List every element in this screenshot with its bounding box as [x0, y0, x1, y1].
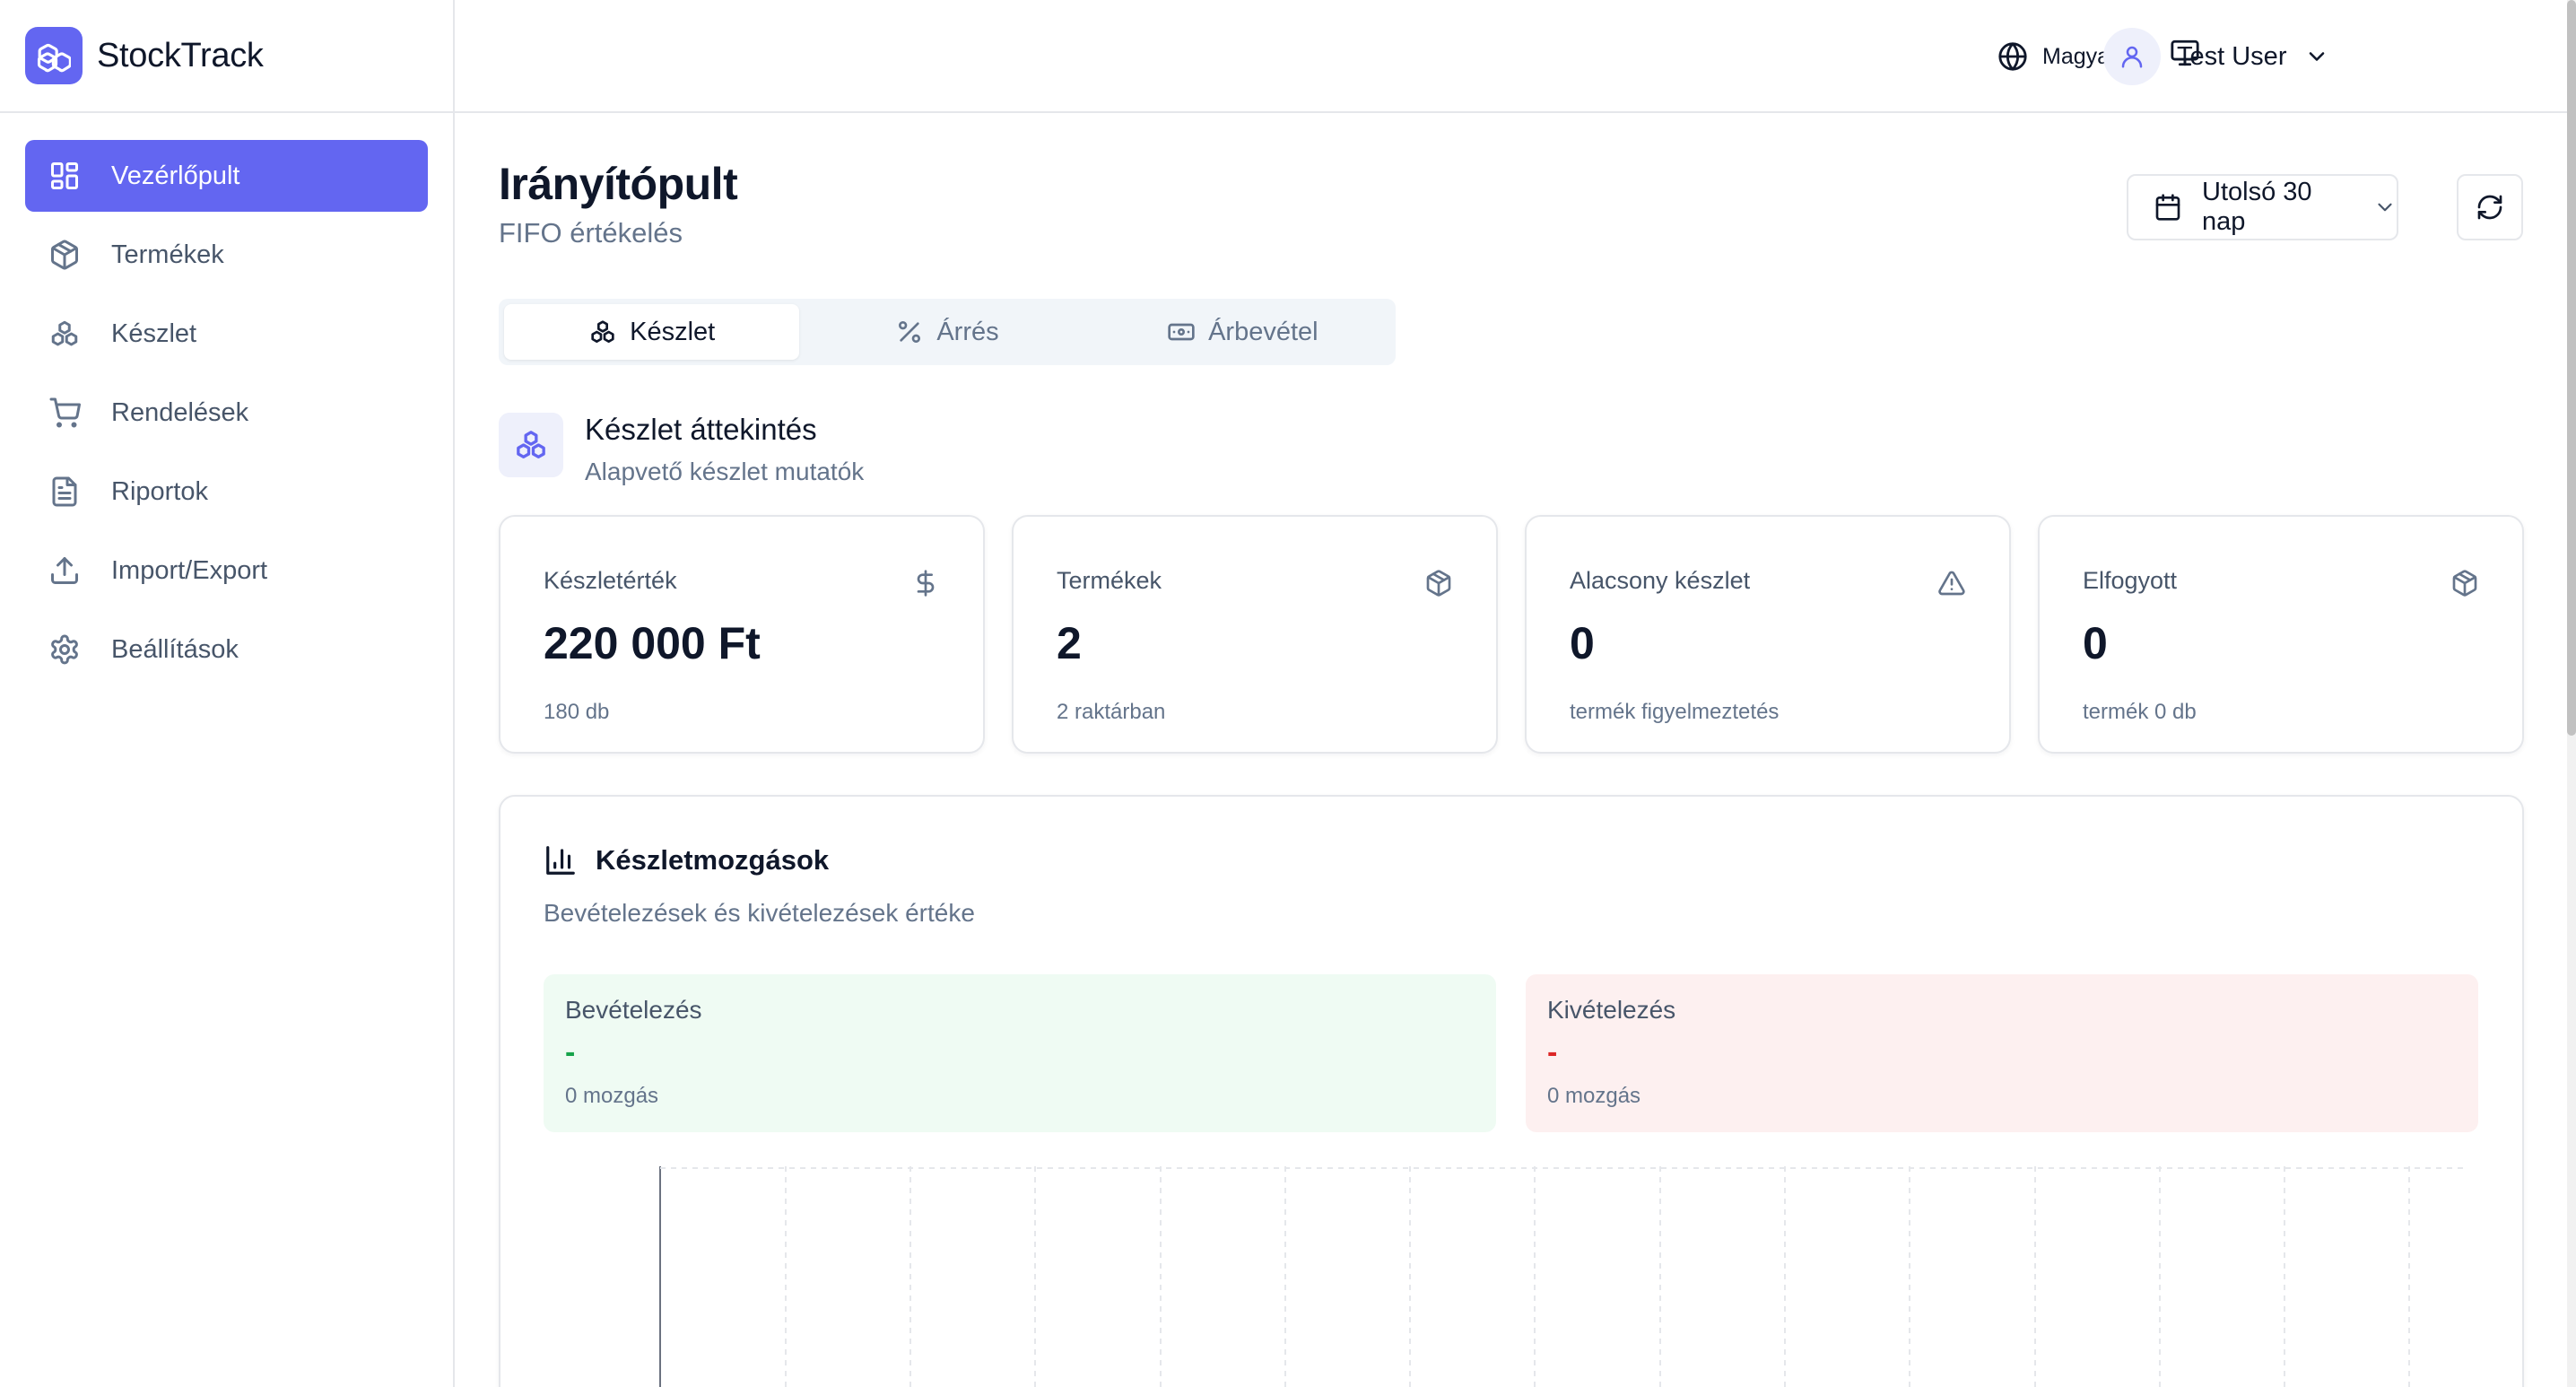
sidebar-item-settings[interactable]: Beállítások [25, 614, 428, 685]
sidebar-item-label: Riportok [111, 476, 208, 506]
section-header: Készlet áttekintés Alapvető készlet muta… [499, 413, 864, 486]
sidebar-item-label: Rendelések [111, 397, 249, 427]
sidebar-item-dashboard[interactable]: Vezérlőpult [25, 140, 428, 212]
tab-margin[interactable]: Árrés [799, 304, 1094, 360]
stat-label: Bevételezés [565, 996, 702, 1024]
file-text-icon [47, 474, 83, 510]
boxes-icon [47, 316, 83, 352]
chevron-down-icon [2373, 196, 2397, 219]
percent-icon [895, 318, 924, 346]
dashboard-icon [47, 158, 83, 194]
language-selector[interactable]: Magyar [1997, 36, 2117, 77]
tab-revenue[interactable]: Árbevétel [1095, 304, 1390, 360]
sidebar-item-label: Vezérlőpult [111, 161, 240, 190]
tab-label: Készlet [630, 317, 716, 346]
page-subtitle: FIFO értékelés [499, 217, 683, 249]
logo-row[interactable]: StockTrack [0, 0, 453, 113]
scrollbar-thumb[interactable] [2567, 0, 2576, 736]
sidebar-item-inventory[interactable]: Készlet [25, 298, 428, 370]
sidebar-item-products[interactable]: Termékek [25, 219, 428, 291]
page-scrollbar[interactable] [2567, 0, 2576, 1387]
card-subtext: termék 0 db [2083, 700, 2197, 724]
sidebar-nav: Vezérlőpult Termékek Készlet Rendelések … [0, 113, 453, 685]
dollar-icon [911, 569, 940, 598]
boxes-icon [499, 413, 563, 477]
stock-movements-card: Készletmozgások Bevételezések és kivétel… [499, 795, 2524, 1387]
date-range-label: Utolsó 30 nap [2202, 178, 2312, 236]
card-subtext: termék figyelmeztetés [1570, 700, 1780, 724]
kpi-card-low-stock: Alacsony készlet 0 termék figyelmeztetés [1525, 515, 2011, 754]
top-header: Magyar Test User [455, 0, 2567, 113]
logo-icon [25, 27, 83, 84]
stat-label: Kivételezés [1547, 996, 1676, 1024]
card-value: 0 [2083, 618, 2108, 668]
sidebar: StockTrack Vezérlőpult Termékek Készlet … [0, 0, 455, 1387]
movements-title: Készletmozgások [596, 844, 830, 876]
incoming-stat: Bevételezés - 0 mozgás [544, 974, 1496, 1132]
tab-label: Árbevétel [1208, 317, 1318, 346]
main-content: Irányítópult FIFO értékelés Utolsó 30 na… [455, 113, 2567, 1387]
sidebar-item-label: Készlet [111, 318, 197, 348]
tab-label: Árrés [936, 317, 999, 346]
card-label: Alacsony készlet [1570, 567, 1751, 594]
tab-inventory[interactable]: Készlet [504, 304, 800, 360]
sidebar-item-label: Beállítások [111, 634, 239, 664]
chart-grid [659, 1166, 2468, 1387]
card-label: Készletérték [544, 567, 677, 594]
section-subtitle: Alapvető készlet mutatók [585, 458, 865, 485]
avatar [2103, 28, 2161, 85]
gear-icon [47, 632, 83, 667]
user-menu[interactable]: Test User [2103, 27, 2329, 86]
outgoing-stat: Kivételezés - 0 mozgás [1526, 974, 2478, 1132]
calendar-icon [2154, 193, 2182, 222]
boxes-icon [588, 318, 617, 346]
kpi-cards: Készletérték 220 000 Ft 180 db Termékek … [499, 515, 2524, 754]
user-icon [2119, 43, 2145, 70]
dashboard-tabs: Készlet Árrés Árbevétel [499, 299, 1396, 365]
card-value: 2 [1057, 618, 1082, 668]
stat-subtext: 0 mozgás [1547, 1084, 1641, 1108]
sidebar-item-label: Import/Export [111, 555, 268, 585]
date-range-select[interactable]: Utolsó 30 nap [2127, 174, 2398, 240]
card-value: 0 [1570, 618, 1595, 668]
stat-value: - [1547, 1035, 1558, 1069]
card-value: 220 000 Ft [544, 618, 761, 668]
bar-chart-icon [544, 843, 578, 877]
user-name: Test User [2177, 41, 2287, 71]
stat-subtext: 0 mozgás [565, 1084, 659, 1108]
kpi-card-products: Termékek 2 2 raktárban [1012, 515, 1498, 754]
package-icon [1424, 569, 1453, 598]
movements-chart [544, 1166, 2481, 1387]
refresh-icon [2476, 193, 2504, 222]
sidebar-item-reports[interactable]: Riportok [25, 456, 428, 528]
sidebar-item-label: Termékek [111, 240, 224, 269]
kpi-card-stock-value: Készletérték 220 000 Ft 180 db [499, 515, 985, 754]
sidebar-item-import-export[interactable]: Import/Export [25, 535, 428, 606]
refresh-button[interactable] [2457, 174, 2523, 240]
package-icon [2450, 569, 2479, 598]
kpi-card-out-of-stock: Elfogyott 0 termék 0 db [2038, 515, 2524, 754]
card-label: Elfogyott [2083, 567, 2178, 594]
cart-icon [47, 395, 83, 431]
stat-value: - [565, 1035, 576, 1069]
package-icon [47, 237, 83, 273]
sidebar-item-orders[interactable]: Rendelések [25, 377, 428, 449]
card-subtext: 2 raktárban [1057, 700, 1166, 724]
section-title: Készlet áttekintés [585, 413, 817, 446]
warning-icon [1937, 569, 1966, 598]
app-name: StockTrack [97, 36, 264, 74]
chevron-down-icon [2304, 44, 2329, 69]
card-subtext: 180 db [544, 700, 610, 724]
upload-icon [47, 553, 83, 589]
banknote-icon [1167, 318, 1196, 346]
card-label: Termékek [1057, 567, 1162, 594]
movements-subtitle: Bevételezések és kivételezések értéke [544, 899, 975, 927]
page-title: Irányítópult [499, 159, 738, 209]
globe-icon [1997, 41, 2028, 72]
